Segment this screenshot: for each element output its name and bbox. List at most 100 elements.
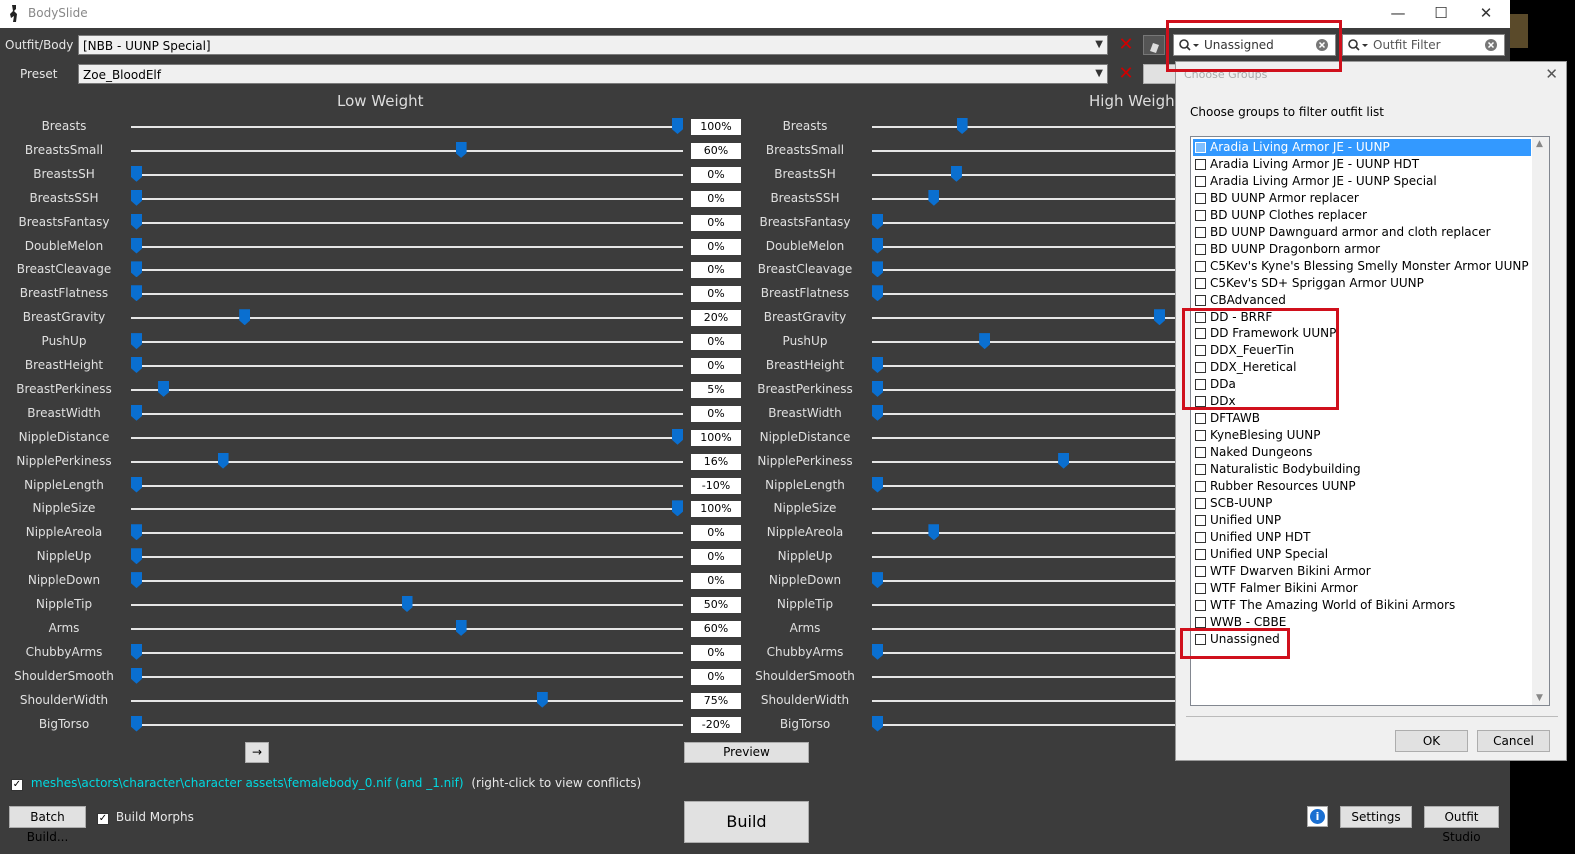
group-checkbox[interactable] [1195,497,1206,509]
low-weight-slider[interactable] [131,126,683,128]
preset-dropdown[interactable]: Zoe_BloodElf ▼ [78,64,1108,84]
slider-thumb[interactable] [872,572,883,589]
slider-value-input[interactable]: 60% [691,142,741,159]
group-list-item[interactable]: Unified UNP Special [1193,546,1531,563]
slider-thumb[interactable] [872,476,883,493]
slider-thumb[interactable] [131,476,142,493]
slider-value-input[interactable]: 0% [691,190,741,207]
minimize-button[interactable]: — [1378,2,1418,24]
low-weight-slider[interactable] [131,317,683,320]
group-checkbox[interactable] [1195,481,1206,492]
build-morphs-checkbox[interactable]: ✓ [97,813,109,825]
dialog-close-icon[interactable]: ✕ [1545,65,1558,83]
high-weight-slider[interactable] [872,508,1175,511]
slider-value-input[interactable]: 0% [691,358,741,374]
slider-value-input[interactable]: 0% [691,238,741,255]
slider-value-input[interactable]: -20% [691,716,741,733]
slider-thumb[interactable] [872,261,883,278]
group-listbox[interactable]: Aradia Living Armor JE - UUNP Aradia Livi… [1190,136,1550,706]
high-weight-slider[interactable] [872,388,1175,391]
slider-value-input[interactable]: 50% [691,597,741,613]
group-list-item[interactable]: SCB-UUNP [1193,495,1531,512]
slider-value-input[interactable]: 20% [691,310,741,327]
slider-thumb[interactable] [131,667,142,684]
high-weight-slider[interactable] [872,197,1175,200]
group-checkbox[interactable] [1195,548,1206,560]
low-weight-slider[interactable] [131,675,683,678]
slider-thumb[interactable] [672,118,683,134]
low-weight-slider[interactable] [131,699,683,702]
slider-thumb[interactable] [455,619,467,636]
group-list-item[interactable]: WTF Dwarven Bikini Armor [1193,563,1531,580]
group-checkbox[interactable] [1195,599,1206,611]
outfit-lock-icon[interactable] [1143,35,1165,55]
low-weight-slider[interactable] [131,149,683,152]
group-checkbox[interactable] [1195,464,1206,476]
cancel-button[interactable]: Cancel [1477,730,1550,752]
low-weight-slider[interactable] [131,532,683,535]
outfit-filter-input[interactable]: Outfit Filter [1342,34,1505,56]
low-weight-slider[interactable] [131,365,683,367]
high-weight-slider[interactable] [872,460,1175,463]
slider-thumb[interactable] [950,165,962,182]
slider-thumb[interactable] [131,333,142,350]
high-weight-slider[interactable] [872,484,1175,487]
low-weight-slider[interactable] [131,197,683,200]
ok-button[interactable]: OK [1395,730,1468,752]
slider-value-input[interactable]: 0% [691,214,741,231]
low-weight-slider[interactable] [131,460,683,463]
slider-thumb[interactable] [401,596,413,612]
slider-value-input[interactable]: 0% [691,525,741,542]
high-weight-slider[interactable] [872,556,1175,559]
group-checkbox[interactable] [1195,226,1206,238]
high-weight-slider[interactable] [872,149,1175,152]
group-checkbox[interactable] [1195,616,1206,628]
low-weight-slider[interactable] [131,556,683,559]
slider-thumb[interactable] [872,213,883,230]
group-checkbox[interactable] [1195,158,1206,170]
slider-thumb[interactable] [536,691,548,708]
slider-thumb[interactable] [872,643,883,660]
build-button[interactable]: Build [684,801,809,843]
group-list-item[interactable]: BD UUNP Armor replacer [1193,190,1531,207]
maximize-button[interactable]: ☐ [1421,2,1461,24]
group-list-item[interactable]: Aradia Living Armor JE - UUNP [1193,139,1531,156]
slider-value-input[interactable]: 0% [691,405,741,422]
low-weight-slider[interactable] [131,221,683,224]
slider-value-input[interactable]: 0% [691,573,741,590]
slider-value-input[interactable]: 0% [691,262,741,279]
high-weight-slider[interactable] [872,532,1175,535]
slider-thumb[interactable] [131,572,142,589]
group-checkbox[interactable] [1195,582,1206,594]
slider-thumb[interactable] [131,715,142,732]
slider-thumb[interactable] [131,357,142,373]
slider-thumb[interactable] [872,237,883,254]
clear-preset-icon[interactable]: ✕ [1116,64,1136,84]
low-weight-slider[interactable] [131,651,683,654]
slider-thumb[interactable] [131,404,142,421]
slider-thumb[interactable] [872,404,883,421]
settings-button[interactable]: Settings [1340,806,1412,828]
slider-thumb[interactable] [872,285,883,302]
slider-value-input[interactable]: -10% [691,477,741,494]
slider-thumb[interactable] [131,261,142,278]
low-weight-slider[interactable] [131,580,683,583]
clear-search-icon[interactable] [1484,38,1498,52]
scroll-down-icon[interactable]: ▼ [1536,693,1543,703]
slider-thumb[interactable] [1058,452,1070,469]
slider-value-input[interactable]: 100% [691,501,741,518]
group-list-item[interactable]: BD UUNP Dawnguard armor and cloth replac… [1193,224,1531,241]
group-list-item[interactable]: C5Kev's SD+ Spriggan Armor UUNP [1193,275,1531,292]
slider-thumb[interactable] [928,524,940,541]
slider-thumb[interactable] [131,548,142,565]
group-checkbox[interactable] [1195,294,1206,306]
group-list-item[interactable]: C5Kev's Kyne's Blessing Smelly Monster A… [1193,258,1531,275]
group-checkbox[interactable] [1195,192,1206,204]
slider-value-input[interactable]: 0% [691,549,741,566]
slider-thumb[interactable] [131,524,142,541]
group-checkbox[interactable] [1195,142,1206,153]
slider-thumb[interactable] [956,118,968,134]
slider-value-input[interactable]: 5% [691,381,741,398]
high-weight-slider[interactable] [872,604,1175,606]
low-weight-slider[interactable] [131,723,683,726]
